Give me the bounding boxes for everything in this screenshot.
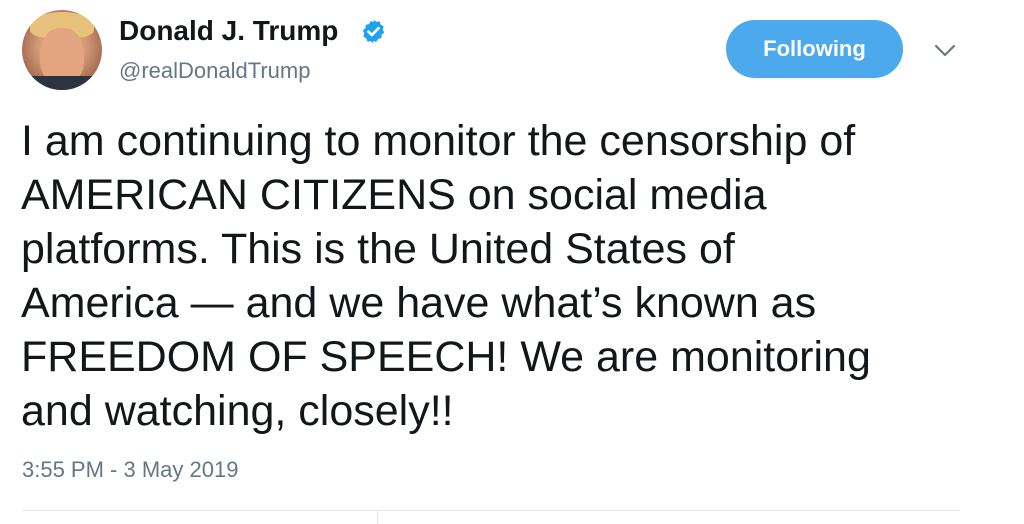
tweet-card: Donald J. Trump @realDonaldTrump Followi… xyxy=(0,0,1024,524)
user-handle[interactable]: @realDonaldTrump xyxy=(119,58,310,84)
avatar-suit xyxy=(22,76,102,90)
tweet-timestamp[interactable]: 3:55 PM - 3 May 2019 xyxy=(22,457,238,483)
chevron-down-icon[interactable] xyxy=(930,38,960,62)
divider-vertical xyxy=(377,510,378,524)
tweet-text: I am continuing to monitor the censorshi… xyxy=(21,117,871,435)
avatar[interactable] xyxy=(22,10,102,90)
following-button[interactable]: Following xyxy=(726,20,903,78)
verified-badge-icon xyxy=(362,19,385,44)
divider xyxy=(22,510,960,511)
display-name[interactable]: Donald J. Trump xyxy=(119,15,338,47)
